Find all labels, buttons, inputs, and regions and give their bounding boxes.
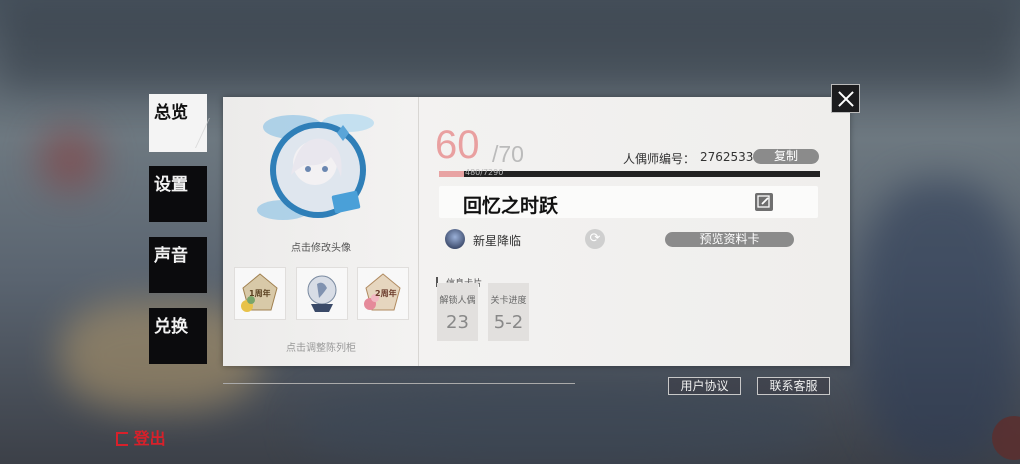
- stat-unlocked-dolls: 解锁人偶 23: [437, 283, 478, 341]
- avatar[interactable]: [253, 105, 383, 235]
- edit-icon: [757, 195, 770, 208]
- player-name: 回忆之时跃: [463, 195, 559, 217]
- crystal-ball-icon: [307, 275, 337, 312]
- badge-anniversary-1[interactable]: 1周年: [234, 267, 286, 320]
- avatar-column: 点击修改头像 1周年 2周年 点击调整陈列柜: [223, 97, 419, 366]
- contact-service-label: 联系客服: [769, 379, 818, 393]
- copy-id-label: 复制: [773, 149, 798, 163]
- preview-card-button[interactable]: 预览资料卡: [665, 232, 794, 247]
- background-blur: [300, 380, 820, 464]
- stat-label: 解锁人偶: [439, 296, 476, 306]
- avatar-hint: 点击修改头像: [291, 243, 351, 254]
- tab-redeem-label: 兑换: [154, 317, 188, 337]
- exp-text: 480/7290: [465, 168, 504, 177]
- badges-hint: 点击调整陈列柜: [286, 343, 356, 354]
- user-agreement-label: 用户协议: [680, 379, 729, 393]
- refresh-title-icon[interactable]: ⟳: [585, 229, 605, 249]
- stat-stage-progress: 关卡进度 5-2: [488, 283, 529, 341]
- logout-icon: [116, 432, 128, 446]
- tab-sound-label: 声音: [154, 246, 188, 266]
- level-max: /70: [492, 141, 524, 167]
- exp-bar-fill: [439, 171, 465, 177]
- title-emblem-icon: [445, 229, 465, 249]
- background-blur: [40, 130, 100, 190]
- background-blur: [860, 180, 1020, 464]
- avatar-frame-icon: [257, 114, 374, 220]
- close-button[interactable]: [831, 84, 860, 113]
- stat-label: 关卡进度: [490, 296, 527, 306]
- user-agreement-button[interactable]: 用户协议: [668, 377, 741, 395]
- player-id-value: 2762533: [700, 150, 754, 164]
- tab-redeem[interactable]: 兑换: [149, 308, 207, 364]
- stat-value: 5-2: [493, 312, 524, 333]
- profile-panel: 点击修改头像 1周年 2周年 点击调整陈列柜 60 /70 人偶师编号： 276…: [223, 97, 850, 366]
- edit-name-button[interactable]: [755, 193, 773, 211]
- badge-anniversary-2-label: 2周年: [375, 289, 397, 298]
- contact-service-button[interactable]: 联系客服: [757, 377, 830, 395]
- exp-bar: 480/7290: [439, 168, 820, 177]
- title-label: 新星降临: [473, 234, 522, 248]
- logout-button[interactable]: 登出: [116, 425, 166, 448]
- tab-sound[interactable]: 声音: [149, 237, 207, 293]
- tab-overview[interactable]: 总览: [149, 94, 207, 152]
- tab-settings[interactable]: 设置: [149, 166, 207, 222]
- title-selector[interactable]: 新星降临 ⟳: [445, 229, 607, 249]
- tab-overview-label: 总览: [154, 103, 188, 123]
- footer-divider: [223, 383, 575, 384]
- name-field: 回忆之时跃: [439, 186, 818, 218]
- background-scene: [0, 0, 1020, 90]
- badge-crystal-ball[interactable]: [296, 267, 348, 320]
- preview-card-label: 预览资料卡: [699, 232, 760, 246]
- badge-anniversary-1-label: 1周年: [249, 289, 271, 298]
- logout-label: 登出: [133, 429, 166, 448]
- level-value: 60: [435, 123, 480, 167]
- badge-anniversary-2[interactable]: 2周年: [357, 267, 409, 320]
- stat-value: 23: [446, 312, 469, 333]
- copy-id-button[interactable]: 复制: [753, 149, 819, 164]
- tab-settings-label: 设置: [154, 175, 188, 195]
- player-id-label: 人偶师编号：: [623, 152, 696, 166]
